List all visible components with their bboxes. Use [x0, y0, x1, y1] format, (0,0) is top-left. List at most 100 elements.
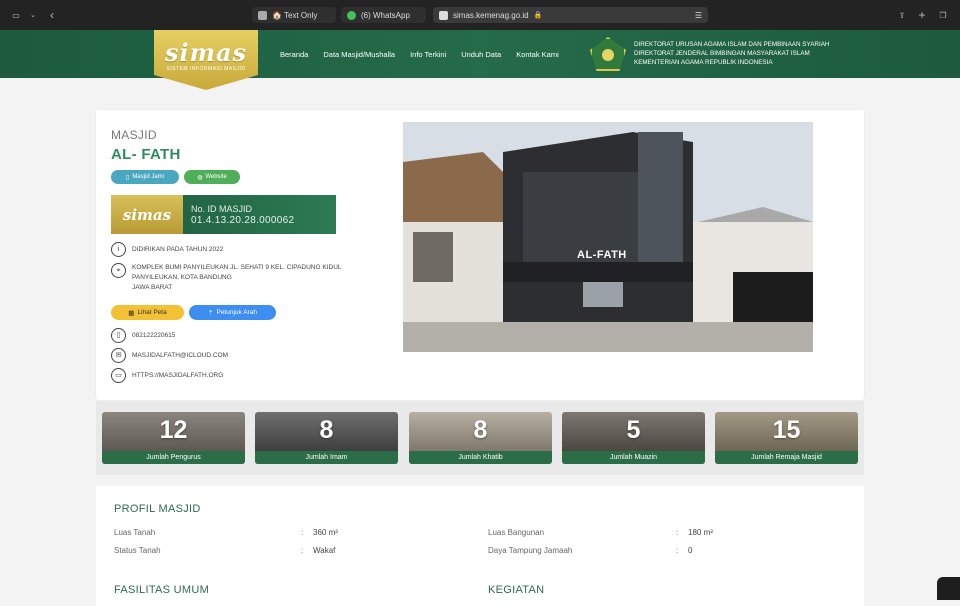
mail-icon: ✉: [111, 348, 126, 363]
location-pin-icon: ⌖: [111, 263, 126, 278]
colon: :: [301, 546, 304, 555]
nav-data-masjid[interactable]: Data Masjid/Mushalla: [323, 50, 395, 59]
founded-row: i DIDIRIKAN PADA TAHUN 2022: [111, 242, 223, 257]
mosque-name: AL- FATH: [111, 146, 181, 163]
badge-label: Website: [205, 174, 227, 180]
badge-masjid-jami[interactable]: ▯ Masjid Jami: [111, 170, 179, 184]
phone-icon: ▯: [126, 174, 130, 181]
colon: :: [676, 528, 679, 537]
luas-tanah-value: 360 m²: [313, 528, 338, 537]
stat-pengurus[interactable]: 12 Jumlah Pengurus: [102, 412, 245, 464]
address-line-1: KOMPLEK BUMI PANYILEUKAN JL. SEHATI 9 KE…: [132, 264, 342, 271]
reader-icon[interactable]: ☰: [695, 11, 702, 20]
profile-card: [96, 486, 864, 606]
stat-caption: Jumlah Muazin: [562, 451, 705, 464]
tab-favicon-icon: [258, 10, 267, 20]
button-label: Lihat Peta: [137, 309, 167, 316]
stat-remaja[interactable]: 15 Jumlah Remaja Masjid: [715, 412, 858, 464]
address-line-3: JAWA BARAT: [132, 284, 173, 291]
petunjuk-arah-button[interactable]: ⇡ Petunjuk Arah: [189, 305, 276, 320]
laptop-icon: ▭: [111, 368, 126, 383]
id-label: No. ID MASJID: [191, 203, 253, 214]
kegiatan-title: KEGIATAN: [488, 584, 545, 596]
ministry-line-3: KEMENTERIAN AGAMA REPUBLIK INDONESIA: [634, 59, 773, 66]
phone-row: ▯ 082122220615: [111, 328, 175, 343]
tab-label: (6) WhatsApp: [361, 10, 410, 20]
stat-number: 8: [319, 416, 334, 444]
stat-number: 15: [772, 416, 801, 444]
nav-unduh-data[interactable]: Unduh Data: [461, 50, 501, 59]
simas-mini-logo: simas: [111, 195, 183, 234]
luas-bangunan-value: 180 m²: [688, 528, 713, 537]
stat-caption: Jumlah Pengurus: [102, 451, 245, 464]
founded-text: DIDIRIKAN PADA TAHUN 2022: [132, 245, 224, 253]
globe-icon: ◍: [197, 174, 203, 181]
luas-tanah-label: Luas Tanah: [114, 528, 156, 537]
stat-number: 12: [159, 416, 188, 444]
lihat-peta-button[interactable]: ▦ Lihat Peta: [111, 305, 184, 320]
main-nav: Beranda Data Masjid/Mushalla Info Terkin…: [280, 50, 559, 59]
chat-widget-button[interactable]: [937, 577, 960, 600]
phone-text[interactable]: 082122220615: [132, 331, 175, 341]
stat-muazin[interactable]: 5 Jumlah Muazin: [562, 412, 705, 464]
website-row: ▭ HTTPS://MASJIDALFATH.ORG: [111, 368, 223, 383]
nav-info-terkini[interactable]: Info Terkini: [410, 50, 446, 59]
badge-website[interactable]: ◍ Website: [184, 170, 240, 184]
sidebar-icon[interactable]: ▭: [9, 8, 23, 22]
stat-number: 8: [473, 416, 488, 444]
tab-overview-icon[interactable]: ❐: [936, 8, 950, 22]
stat-caption: Jumlah Imam: [255, 451, 398, 464]
stat-number: 5: [626, 416, 641, 444]
browser-toolbar: ▭ ⌄ ‹ 🏠 Text Only (6) WhatsApp simas.kem…: [0, 0, 960, 30]
nav-beranda[interactable]: Beranda: [280, 50, 308, 59]
new-tab-icon[interactable]: +: [915, 8, 929, 22]
ministry-line-2: DIREKTORAT JENDERAL BIMBINGAN MASYARAKAT…: [634, 50, 810, 57]
daya-tampung-label: Daya Tampung Jamaah: [488, 546, 573, 555]
luas-bangunan-label: Luas Bangunan: [488, 528, 545, 537]
status-tanah-label: Status Tanah: [114, 546, 161, 555]
stat-caption: Jumlah Khatib: [409, 451, 552, 464]
fasilitas-title: FASILITAS UMUM: [114, 584, 210, 596]
directions-icon: ⇡: [208, 309, 214, 317]
simas-logo[interactable]: simas SISTEM INFORMASI MASJID: [154, 30, 258, 90]
profil-title: PROFIL MASJID: [114, 503, 201, 515]
email-text[interactable]: MASJIDALFATH@ICLOUD.COM: [132, 351, 228, 361]
chevron-down-icon[interactable]: ⌄: [26, 8, 40, 22]
mosque-photo: AL-FATH: [403, 122, 813, 352]
nav-kontak-kami[interactable]: Kontak Kami: [516, 50, 559, 59]
colon: :: [676, 546, 679, 555]
tab-simas[interactable]: simas.kemenag.go.id 🔒 ☰: [433, 7, 708, 23]
address-line-2: PANYILEUKAN, KOTA BANDUNG: [132, 274, 232, 281]
phone-icon: ▯: [111, 328, 126, 343]
address-row: ⌖ KOMPLEK BUMI PANYILEUKAN JL. SEHATI 9 …: [111, 263, 342, 293]
stat-khatib[interactable]: 8 Jumlah Khatib: [409, 412, 552, 464]
mosque-id-banner: simas No. ID MASJID 01.4.13.20.28.000062: [111, 195, 336, 234]
website-text[interactable]: HTTPS://MASJIDALFATH.ORG: [132, 371, 223, 381]
back-icon[interactable]: ‹: [45, 8, 59, 22]
email-row: ✉ MASJIDALFATH@ICLOUD.COM: [111, 348, 228, 363]
logo-wordmark: simas: [164, 38, 248, 67]
tab-whatsapp[interactable]: (6) WhatsApp: [341, 7, 426, 23]
colon: :: [301, 528, 304, 537]
mosque-photo-illustration: [403, 122, 813, 352]
url-text: simas.kemenag.go.id: [453, 10, 529, 20]
stat-imam[interactable]: 8 Jumlah Imam: [255, 412, 398, 464]
stat-caption: Jumlah Remaja Masjid: [715, 451, 858, 464]
status-tanah-value: Wakaf: [313, 546, 336, 555]
photo-sign-text: AL-FATH: [577, 249, 627, 261]
tab-text-only[interactable]: 🏠 Text Only: [252, 7, 336, 23]
logo-subtitle: SISTEM INFORMASI MASJID: [166, 66, 246, 72]
tab-label: 🏠 Text Only: [272, 10, 318, 20]
mosque-type-label: MASJID: [111, 128, 157, 142]
site-favicon-icon: [439, 10, 448, 20]
map-icon: ▦: [128, 309, 135, 317]
badge-label: Masjid Jami: [132, 174, 164, 180]
lock-icon: 🔒: [533, 12, 543, 19]
id-value: 01.4.13.20.28.000062: [191, 214, 295, 226]
daya-tampung-value: 0: [688, 546, 693, 555]
button-label: Petunjuk Arah: [216, 309, 257, 316]
whatsapp-icon: [347, 10, 356, 20]
share-icon[interactable]: ⇪: [895, 8, 909, 22]
info-icon: i: [111, 242, 126, 257]
ministry-line-1: DIREKTORAT URUSAN AGAMA ISLAM DAN PEMBIN…: [634, 41, 830, 48]
